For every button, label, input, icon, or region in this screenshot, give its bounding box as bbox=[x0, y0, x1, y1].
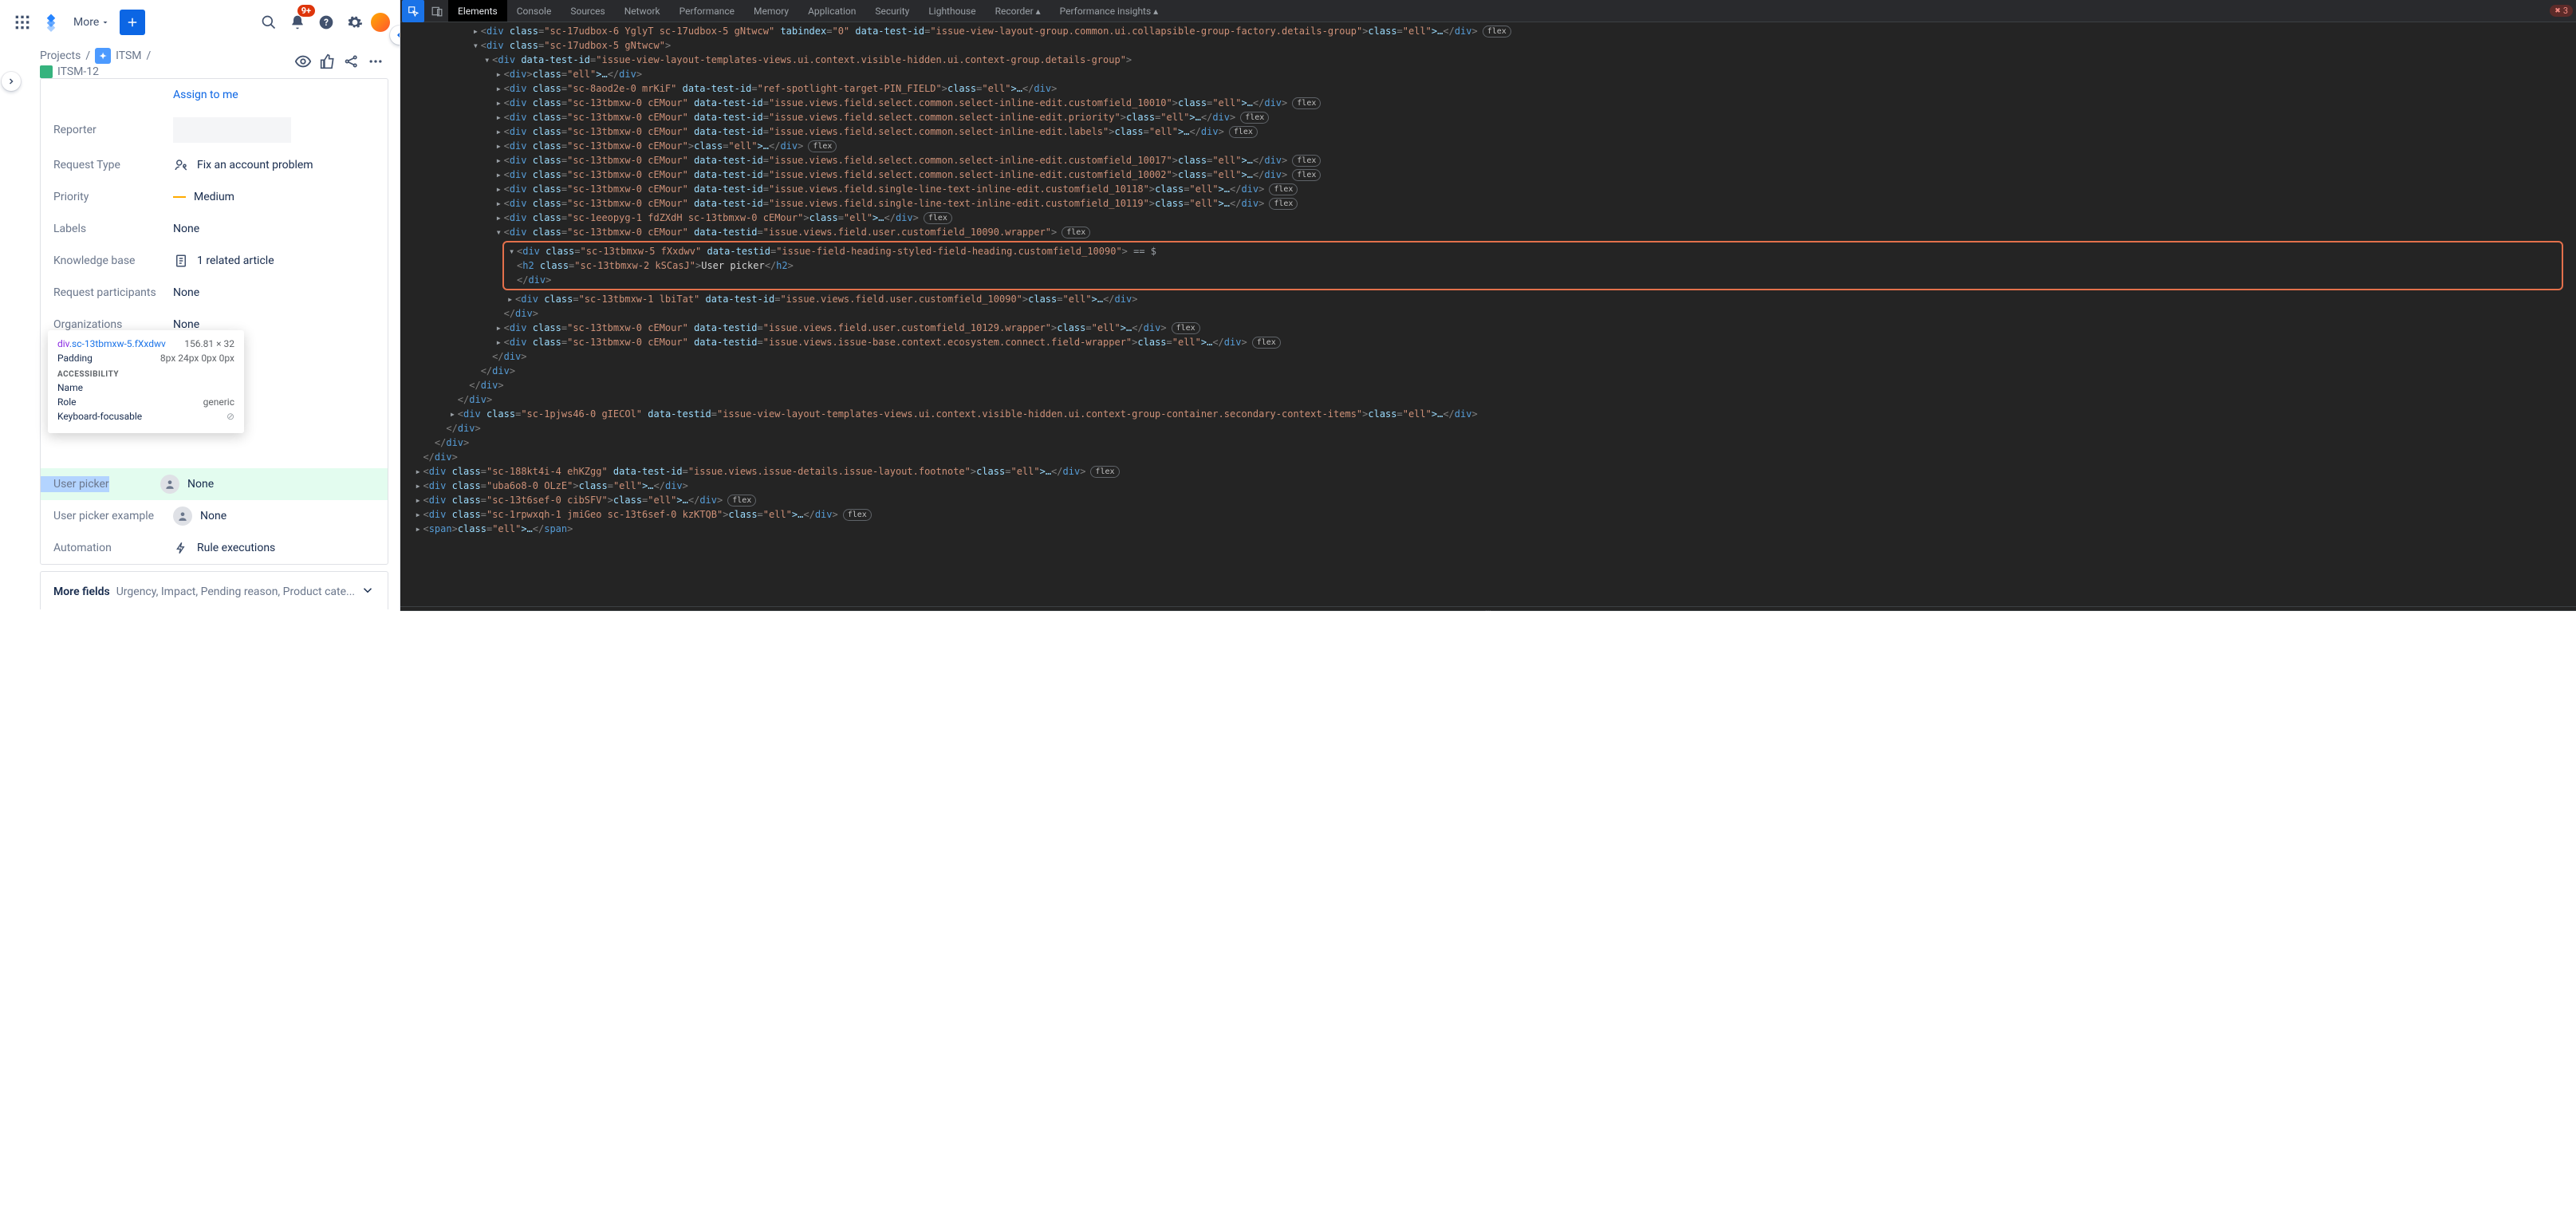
notif-badge: 9+ bbox=[297, 5, 315, 17]
devtools-tab-security[interactable]: Security bbox=[865, 0, 919, 22]
empty-avatar-icon bbox=[173, 507, 192, 526]
lightning-icon bbox=[173, 540, 189, 556]
article-icon bbox=[173, 253, 189, 269]
devtools-tab-recorder-[interactable]: Recorder ▴ bbox=[986, 0, 1050, 22]
reporter-field[interactable] bbox=[173, 117, 291, 143]
share-icon[interactable] bbox=[344, 53, 360, 73]
elements-tree[interactable]: ▸<div class="sc-17udbox-6 YglyT sc-17udb… bbox=[400, 22, 2576, 606]
devtools-tab-network[interactable]: Network bbox=[615, 0, 670, 22]
more-menu[interactable]: More bbox=[67, 10, 116, 35]
user-avatar[interactable] bbox=[371, 13, 390, 32]
devtools-tab-elements[interactable]: Elements bbox=[448, 0, 507, 22]
field-request-participants: Request participants None bbox=[41, 277, 388, 309]
devtools-tab-application[interactable]: Application bbox=[798, 0, 865, 22]
assign-to-me-link[interactable]: Assign to me bbox=[173, 89, 238, 101]
issue-header: Projects / ✦ ITSM / ITSM-12 bbox=[0, 45, 400, 78]
field-user-picker: User picker None bbox=[41, 468, 388, 500]
issue-type-icon bbox=[40, 65, 53, 78]
field-priority: Priority Medium bbox=[41, 181, 388, 213]
breadcrumb-project[interactable]: ITSM bbox=[116, 49, 141, 62]
devtools-tabs: ElementsConsoleSourcesNetworkPerformance… bbox=[448, 0, 1168, 22]
help-icon[interactable]: ? bbox=[313, 10, 339, 35]
error-badge[interactable]: 3 bbox=[2550, 5, 2573, 17]
jira-topbar: More 9+ ? bbox=[0, 0, 400, 45]
empty-avatar-icon bbox=[160, 475, 179, 494]
field-assignee: Assign to me bbox=[41, 79, 388, 111]
not-focusable-icon: ⊘ bbox=[226, 411, 234, 422]
field-automation: Automation Rule executions bbox=[41, 532, 388, 564]
create-button[interactable] bbox=[120, 10, 145, 35]
devtools-toolbar: ElementsConsoleSourcesNetworkPerformance… bbox=[400, 0, 2576, 22]
field-reporter: Reporter bbox=[41, 111, 388, 149]
devtools-tab-performance-insights-[interactable]: Performance insights ▴ bbox=[1050, 0, 1168, 22]
watch-icon[interactable] bbox=[294, 53, 312, 73]
devtools-tab-sources[interactable]: Sources bbox=[561, 0, 614, 22]
devtools-pane: ElementsConsoleSourcesNetworkPerformance… bbox=[400, 0, 2576, 611]
device-toolbar-icon[interactable] bbox=[426, 0, 448, 22]
breadcrumb-projects[interactable]: Projects bbox=[40, 49, 81, 62]
devtools-tab-lighthouse[interactable]: Lighthouse bbox=[919, 0, 985, 22]
more-actions-icon[interactable] bbox=[368, 53, 384, 73]
issue-actions bbox=[294, 53, 384, 73]
field-knowledge-base: Knowledge base 1 related article bbox=[41, 245, 388, 277]
notifications-icon[interactable]: 9+ bbox=[285, 10, 310, 35]
devtools-tab-memory[interactable]: Memory bbox=[744, 0, 798, 22]
like-icon[interactable] bbox=[320, 53, 336, 73]
sidebar-toggle-icon[interactable] bbox=[2, 72, 21, 91]
jira-pane: More 9+ ? Projects / ✦ ITSM / ITSM-12 bbox=[0, 0, 400, 611]
jira-logo-icon[interactable] bbox=[38, 10, 64, 35]
search-icon[interactable] bbox=[256, 10, 282, 35]
priority-medium-icon bbox=[173, 196, 186, 199]
inspect-element-icon[interactable] bbox=[402, 0, 424, 22]
app-switcher-icon[interactable] bbox=[10, 10, 35, 35]
more-label: More bbox=[73, 16, 99, 29]
project-icon: ✦ bbox=[95, 48, 111, 64]
panel-resize-handle[interactable]: ⋯ bbox=[400, 606, 2576, 611]
devtools-tab-console[interactable]: Console bbox=[507, 0, 561, 22]
svg-text:?: ? bbox=[324, 17, 329, 28]
element-inspector-tooltip: div.sc-13tbmxw-5.fXxdwv156.81 × 32 Paddi… bbox=[48, 330, 244, 433]
chevron-down-icon bbox=[360, 583, 375, 601]
devtools-tab-performance[interactable]: Performance bbox=[670, 0, 744, 22]
expand-panel-icon[interactable] bbox=[390, 26, 400, 45]
more-fields-section[interactable]: More fields Urgency, Impact, Pending rea… bbox=[40, 571, 388, 609]
field-request-type: Request Type Fix an account problem bbox=[41, 149, 388, 181]
breadcrumb: Projects / ✦ ITSM / ITSM-12 bbox=[40, 48, 294, 78]
field-labels: Labels None bbox=[41, 213, 388, 245]
breadcrumb-issue-key[interactable]: ITSM-12 bbox=[57, 65, 99, 78]
field-user-picker-example: User picker example None bbox=[41, 500, 388, 532]
settings-icon[interactable] bbox=[342, 10, 368, 35]
person-key-icon bbox=[173, 157, 189, 173]
